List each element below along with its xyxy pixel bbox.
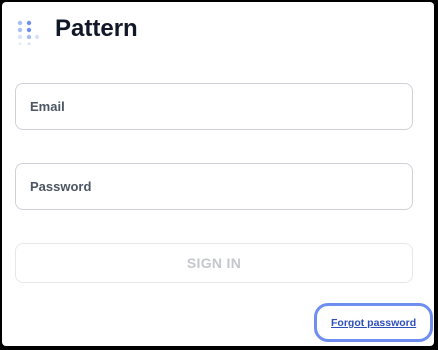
email-label: Email (30, 99, 65, 114)
password-field[interactable]: Password (15, 163, 413, 210)
login-panel: Pattern Email Password SIGN IN Forgot pa… (2, 2, 434, 346)
sign-in-button[interactable]: SIGN IN (15, 243, 413, 283)
email-field[interactable]: Email (15, 83, 413, 130)
app-title: Pattern (55, 15, 138, 42)
dot-grid-logo-icon (16, 19, 42, 45)
forgot-password-link[interactable]: Forgot password (331, 317, 416, 329)
password-label: Password (30, 179, 92, 194)
